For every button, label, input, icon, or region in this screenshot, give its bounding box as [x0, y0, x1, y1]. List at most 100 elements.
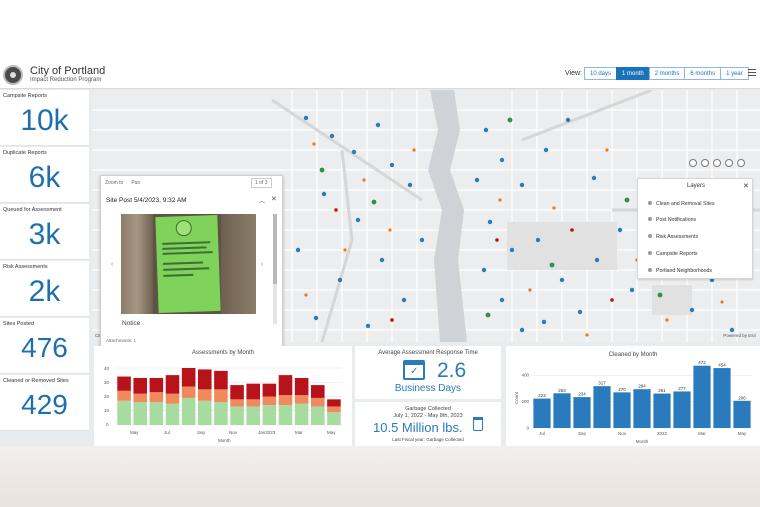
assessment-bar-segment[interactable] [181, 397, 196, 425]
assessment-bar-segment[interactable] [181, 386, 196, 398]
assessment-bar-segment[interactable] [327, 406, 341, 413]
assessment-bar-segment[interactable] [294, 377, 309, 396]
layer-post-notifications[interactable]: Post Notifications [648, 217, 696, 223]
assessment-bar-segment[interactable] [278, 375, 293, 396]
layer-portland-neighborhoods[interactable]: Portland Neighborhoods [648, 268, 712, 274]
chevron-right-icon[interactable]: › [261, 261, 263, 268]
assessment-bar-segment[interactable] [262, 383, 277, 397]
view-button-6-months[interactable]: 6 months [684, 67, 722, 80]
assessment-bar-segment[interactable] [165, 393, 180, 404]
cleaned-bar[interactable] [653, 393, 671, 428]
close-icon[interactable]: ✕ [271, 195, 277, 203]
layer-icon [648, 234, 652, 238]
assessment-bar-segment[interactable] [311, 406, 325, 425]
layer-clean-and-removal-sites[interactable]: Clean and Removal Sites [648, 201, 715, 207]
cleaned-bar[interactable] [693, 365, 711, 428]
assessment-bar-segment[interactable] [214, 370, 228, 390]
basemap-icon[interactable] [725, 159, 733, 167]
popup-scrollbar[interactable] [273, 214, 277, 324]
search-map-icon[interactable] [689, 159, 697, 167]
assessment-bar-segment[interactable] [246, 399, 260, 407]
assessment-bar-segment[interactable] [133, 377, 147, 394]
pan-button[interactable]: Pan [131, 180, 140, 186]
layer-campsite-reports[interactable]: Campsite Reports [648, 251, 698, 257]
view-button-2-months[interactable]: 2 months [648, 67, 686, 80]
cleaned-bar[interactable] [713, 368, 731, 428]
popup-toolbar: Zoom to Pan [105, 180, 140, 186]
stat-label: Sites Posted [3, 321, 34, 327]
assessment-bar-segment[interactable] [117, 400, 131, 425]
assessment-bar-segment[interactable] [149, 377, 164, 393]
calendar-check-icon: ✓ [403, 360, 425, 380]
assessment-bar-segment[interactable] [181, 368, 196, 387]
assessment-bar-segment[interactable] [149, 392, 164, 403]
popup-pager[interactable]: 1 of 3 [251, 178, 272, 188]
close-icon[interactable]: ✕ [743, 182, 749, 190]
cleaned-bar[interactable] [733, 400, 751, 428]
y-tick-label: 400 [521, 373, 529, 378]
cleaned-bar[interactable] [573, 397, 591, 428]
assessment-bar-segment[interactable] [230, 385, 244, 400]
assessment-bar-segment[interactable] [278, 395, 293, 406]
y-tick-label: 0 [526, 426, 529, 431]
stat-sites-posted: Sites Posted 476 [0, 318, 89, 374]
assessment-bar-segment[interactable] [230, 406, 244, 425]
assessment-bar-segment[interactable] [198, 369, 212, 390]
view-button-1-month[interactable]: 1 month [616, 67, 650, 80]
cleaned-bar[interactable] [553, 393, 571, 428]
assessment-bar-segment[interactable] [198, 389, 212, 401]
cleaned-bar[interactable] [593, 386, 611, 428]
assessment-bar-segment[interactable] [327, 399, 341, 407]
chevron-left-icon[interactable]: ‹ [111, 261, 113, 268]
view-toggle-group: 10 days 1 month 2 months 6 months 1 year [584, 67, 749, 80]
cleaned-bar[interactable] [673, 391, 691, 428]
assessment-bar-segment[interactable] [133, 393, 147, 403]
bar-value-label: 317 [598, 381, 606, 386]
stat-value: 10k [20, 104, 69, 137]
assessment-bar-segment[interactable] [294, 395, 309, 404]
bar-value-label: 454 [718, 363, 726, 368]
view-button-10-days[interactable]: 10 days [584, 67, 618, 80]
app-subtitle: Impact Reduction Program [30, 77, 102, 83]
assessment-bar-segment[interactable] [117, 390, 131, 401]
attachment-photo[interactable] [121, 214, 256, 314]
assessment-bar-segment[interactable] [149, 402, 164, 425]
x-tick-label: May [130, 430, 139, 435]
legend-icon[interactable] [737, 159, 745, 167]
assessment-bar-segment[interactable] [294, 403, 309, 425]
assessment-bar-segment[interactable] [278, 405, 293, 425]
assessment-bar-segment[interactable] [246, 406, 260, 425]
assessment-bar-segment[interactable] [262, 405, 277, 425]
assessment-bar-segment[interactable] [214, 402, 228, 425]
home-icon[interactable] [701, 159, 709, 167]
cleaned-bar[interactable] [633, 389, 651, 428]
assessment-bar-segment[interactable] [311, 397, 325, 407]
assessment-bar-segment[interactable] [117, 376, 131, 391]
layers-icon[interactable] [713, 159, 721, 167]
assessment-bar-segment[interactable] [230, 399, 244, 407]
layer-risk-assessments[interactable]: Risk Assessments [648, 234, 698, 240]
assessment-bar-segment[interactable] [262, 396, 277, 406]
assessment-bar-segment[interactable] [246, 383, 260, 400]
bar-value-label: 270 [618, 387, 626, 392]
view-button-1-year[interactable]: 1 year [720, 67, 749, 80]
bar-value-label: 234 [578, 392, 586, 397]
y-tick-label: 200 [521, 399, 529, 404]
powered-by-esri[interactable]: Powered by Esri [723, 333, 756, 338]
view-label: View: [565, 70, 582, 77]
chevron-up-icon[interactable]: ︿ [259, 196, 265, 205]
assessment-bar-segment[interactable] [198, 400, 212, 425]
assessment-bar-segment[interactable] [214, 389, 228, 403]
assessment-bar-segment[interactable] [311, 385, 325, 398]
assessment-bar-segment[interactable] [327, 412, 341, 425]
hamburger-menu-icon[interactable] [748, 69, 756, 77]
x-tick-label: Nov [229, 430, 238, 435]
assessment-bar-segment[interactable] [165, 375, 180, 394]
assessment-bar-segment[interactable] [133, 402, 147, 425]
cleaned-bar[interactable] [533, 398, 551, 428]
attachments-count: Attachments: 1 [106, 338, 137, 343]
assessment-bar-segment[interactable] [165, 403, 180, 425]
garbage-title: Garbage Collected [405, 406, 451, 412]
zoom-to-button[interactable]: Zoom to [105, 180, 123, 186]
cleaned-bar[interactable] [613, 392, 631, 428]
